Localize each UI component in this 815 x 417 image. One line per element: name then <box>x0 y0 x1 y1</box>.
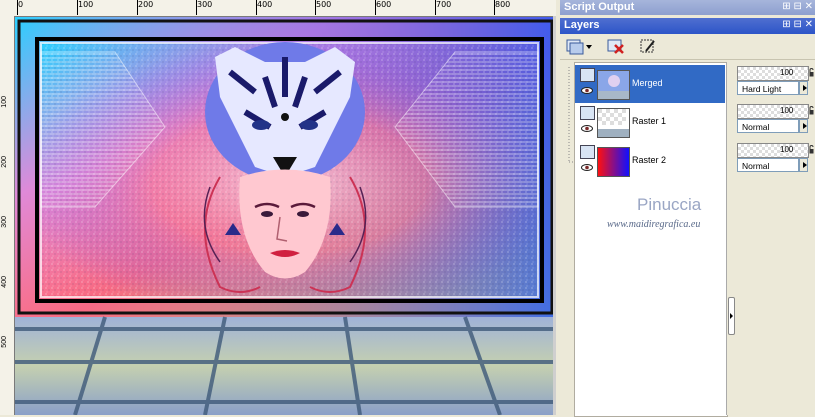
blend-mode-select[interactable]: Normal <box>737 158 799 172</box>
ruler-label: 300 <box>1 216 8 228</box>
panel-splitter[interactable] <box>726 62 735 415</box>
watermark-signature: Pinuccia <box>637 195 702 214</box>
blend-mode-dropdown-arrow[interactable] <box>799 81 808 95</box>
layers-toolbar <box>560 35 815 60</box>
layer-properties-icon[interactable] <box>638 37 658 55</box>
opacity-slider[interactable]: 100 <box>737 66 809 81</box>
visibility-eye-icon[interactable] <box>581 125 593 132</box>
ruler-label: 200 <box>136 0 154 15</box>
watermark-url: www.maidiregrafica.eu <box>607 219 701 230</box>
layer-thumbnail <box>597 108 630 138</box>
ruler-label: 500 <box>314 0 332 15</box>
layer-group-icon[interactable] <box>580 106 595 120</box>
layer-row-raster-2[interactable]: Raster 2 <box>575 142 725 180</box>
panel-window-buttons[interactable]: ⊞ ⊟ ✕ <box>782 1 813 12</box>
layer-props-raster-2: 100 Normal <box>736 141 814 179</box>
ruler-label: 100 <box>76 0 94 15</box>
script-output-panel-header[interactable]: Script Output ⊞ ⊟ ✕ <box>560 0 815 15</box>
ruler-label: 800 <box>493 0 511 15</box>
blend-mode-dropdown-arrow[interactable] <box>799 158 808 172</box>
new-layer-dropdown-button[interactable] <box>566 37 592 55</box>
ruler-label: 600 <box>374 0 392 15</box>
opacity-value: 100 <box>780 68 794 77</box>
layer-group-icon[interactable] <box>580 68 595 82</box>
layer-name[interactable]: Raster 1 <box>632 116 666 126</box>
artwork-image[interactable] <box>15 17 556 415</box>
layers-panel-header[interactable]: Layers ⊞ ⊟ ✕ <box>560 18 815 34</box>
visibility-eye-icon[interactable] <box>581 164 593 171</box>
lock-icon[interactable] <box>809 145 814 154</box>
panel-window-buttons[interactable]: ⊞ ⊟ ✕ <box>782 19 813 30</box>
tree-connector <box>568 67 575 163</box>
visibility-eye-icon[interactable] <box>581 87 593 94</box>
layers-title: Layers <box>564 19 600 31</box>
ruler-label: 500 <box>1 336 8 348</box>
ruler-label: 300 <box>195 0 213 15</box>
blend-mode-select[interactable]: Normal <box>737 119 799 133</box>
ruler-label: 200 <box>1 156 8 168</box>
layer-props-merged: 100 Hard Light <box>736 64 814 102</box>
layer-row-raster-1[interactable]: Raster 1 <box>575 103 725 141</box>
ruler-label: 0 <box>16 0 24 15</box>
layer-properties-column: 100 Hard Light 100 Normal 100 Normal <box>736 62 815 415</box>
canvas-scrollbar[interactable] <box>553 16 556 415</box>
layer-group-icon[interactable] <box>580 145 595 159</box>
layer-thumbnail <box>597 147 630 177</box>
blend-mode-select[interactable]: Hard Light <box>737 81 799 95</box>
layer-row-merged[interactable]: Merged <box>575 65 725 103</box>
layer-props-raster-1: 100 Normal <box>736 102 814 140</box>
script-output-title: Script Output <box>564 1 635 13</box>
layer-name[interactable]: Raster 2 <box>632 155 666 165</box>
layer-thumbnail <box>597 70 630 100</box>
artwork-graphic <box>15 17 556 415</box>
ruler-label: 100 <box>1 96 8 108</box>
splitter-handle[interactable] <box>728 297 735 335</box>
opacity-slider[interactable]: 100 <box>737 143 809 158</box>
layer-name[interactable]: Merged <box>632 78 663 88</box>
vertical-ruler: 100 200 300 400 500 <box>0 16 15 415</box>
horizontal-ruler: 0 100 200 300 400 500 600 700 800 <box>0 0 556 17</box>
layers-list: Merged Raster 1 Raster 2 Pinuccia www.ma… <box>568 62 728 417</box>
opacity-value: 100 <box>780 106 794 115</box>
ruler-label: 400 <box>255 0 273 15</box>
ruler-label: 400 <box>1 276 8 288</box>
lock-icon[interactable] <box>809 68 814 77</box>
layers-palette: Layers ⊞ ⊟ ✕ Merged Raster 1 Raster 2 Pi… <box>560 18 815 417</box>
lock-icon[interactable] <box>809 106 814 115</box>
opacity-slider[interactable]: 100 <box>737 104 809 119</box>
image-canvas-window[interactable]: 0 100 200 300 400 500 600 700 800 100 20… <box>0 0 556 415</box>
delete-layer-icon[interactable] <box>606 37 626 55</box>
tiger-head-figure <box>205 42 365 182</box>
ruler-label: 700 <box>434 0 452 15</box>
blend-mode-dropdown-arrow[interactable] <box>799 119 808 133</box>
opacity-value: 100 <box>780 145 794 154</box>
